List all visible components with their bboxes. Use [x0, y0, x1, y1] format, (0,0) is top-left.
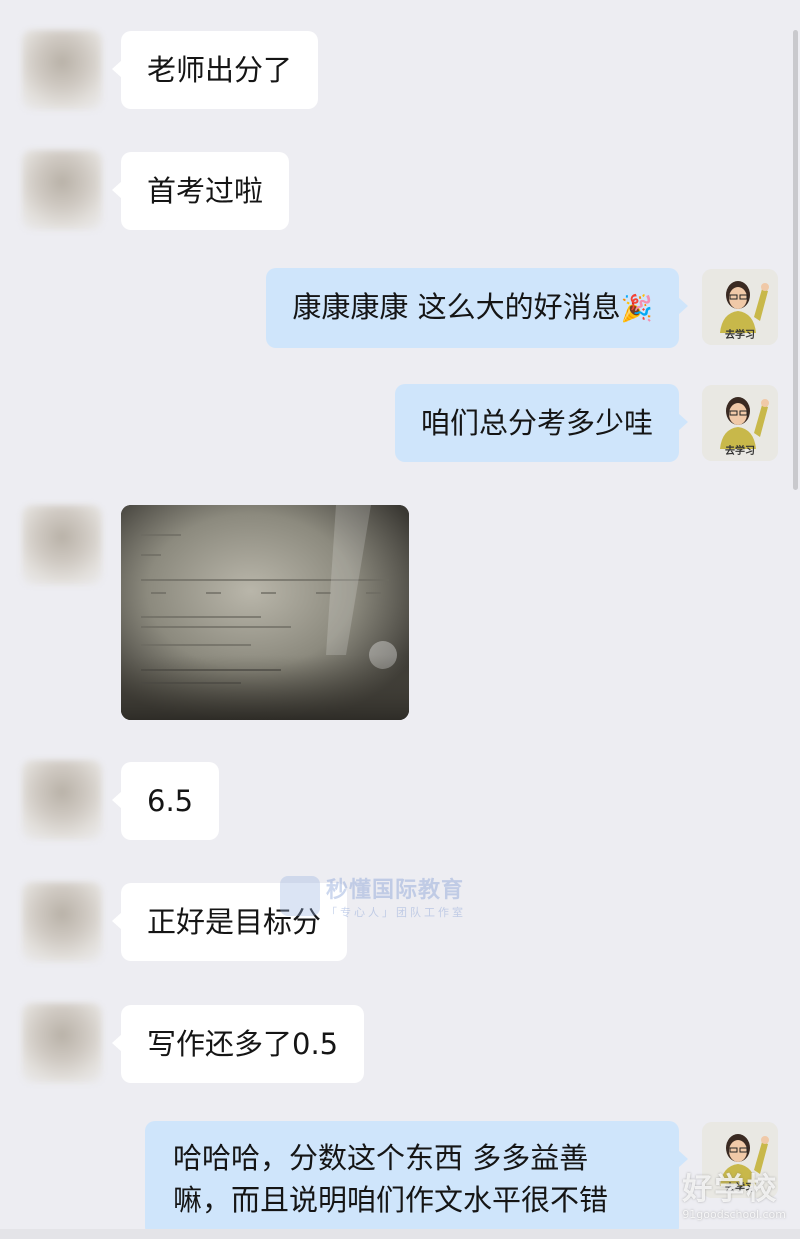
contact-avatar[interactable] [22, 760, 102, 840]
chat-view[interactable]: 老师出分了 首考过啦 康康康康 这么大的好消息🎉 去学习 咱们总分考多少哇 去学… [0, 0, 800, 1239]
score-photo-image [121, 505, 409, 720]
message-bubble-incoming[interactable]: 首考过啦 [111, 152, 290, 230]
corner-watermark-text: 好学校 [682, 1172, 779, 1207]
score-photo-message[interactable] [121, 505, 409, 720]
contact-avatar[interactable] [22, 1003, 102, 1083]
message-text: 康康康康 这么大的好消息 [292, 290, 621, 324]
bottom-edge [0, 1229, 800, 1239]
message-text-line: 哈哈哈，分数这个东西 多多益善 [173, 1141, 589, 1175]
self-avatar[interactable]: 去学习 [702, 385, 778, 461]
party-popper-icon: 🎉 [620, 294, 653, 324]
avatar-caption: 去学习 [725, 446, 755, 457]
scrollbar[interactable] [793, 30, 798, 490]
corner-watermark: 好学校 91goodschool.com [682, 1164, 786, 1221]
message-bubble-incoming[interactable]: 写作还多了0.5 [111, 1005, 365, 1083]
self-avatar[interactable]: 去学习 [702, 269, 778, 345]
brand-logo-icon [280, 876, 320, 916]
corner-watermark-url: 91goodschool.com [682, 1208, 786, 1221]
brand-watermark: 秒懂国际教育 「专心人」团队工作室 [280, 872, 466, 920]
message-text-line: 嘛，而且说明咱们作文水平很不错 [173, 1183, 609, 1217]
watermark-subtitle: 「专心人」团队工作室 [326, 906, 466, 919]
avatar-caption: 去学习 [725, 330, 755, 341]
message-bubble-outgoing[interactable]: 哈哈哈，分数这个东西 多多益善 嘛，而且说明咱们作文水平很不错 [145, 1121, 688, 1237]
watermark-title: 秒懂国际教育 [326, 878, 465, 903]
contact-avatar[interactable] [22, 505, 102, 585]
message-bubble-outgoing[interactable]: 康康康康 这么大的好消息🎉 [266, 268, 688, 348]
contact-avatar[interactable] [22, 882, 102, 962]
contact-avatar[interactable] [22, 150, 102, 230]
message-bubble-incoming[interactable]: 6.5 [111, 762, 220, 840]
message-bubble-incoming[interactable]: 老师出分了 [111, 31, 319, 109]
message-bubble-outgoing[interactable]: 咱们总分考多少哇 [394, 384, 689, 462]
contact-avatar[interactable] [22, 30, 102, 110]
